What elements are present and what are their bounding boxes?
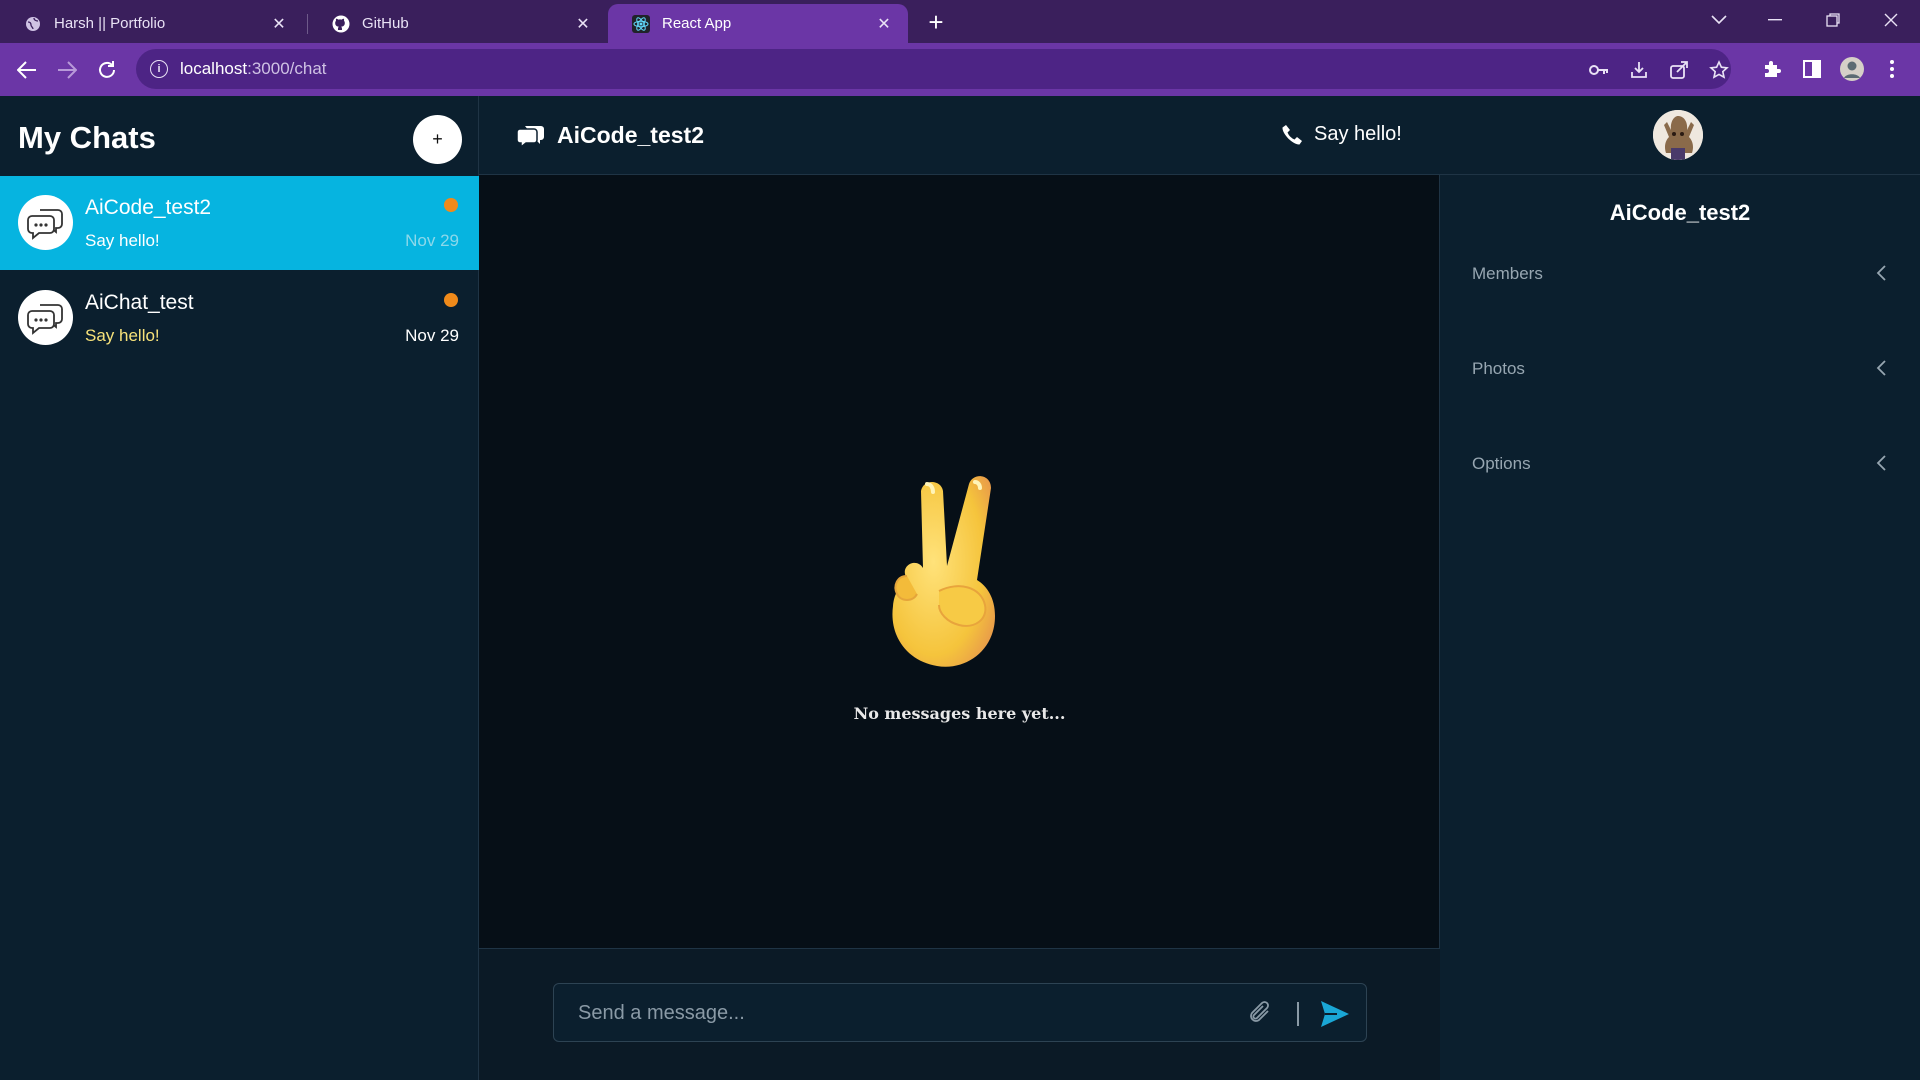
new-chat-button[interactable]: + xyxy=(413,115,462,164)
back-button[interactable] xyxy=(12,55,42,85)
chat-list-header: My Chats + xyxy=(0,96,478,176)
browser-tab-github[interactable]: GitHub ✕ xyxy=(308,4,607,43)
message-composer-area xyxy=(479,948,1440,1080)
section-label: Options xyxy=(1472,454,1531,473)
tab-search-chevron-icon[interactable] xyxy=(1696,0,1742,40)
chat-date: Nov 29 xyxy=(405,326,459,345)
globe-icon xyxy=(24,15,42,33)
photos-section-toggle[interactable]: Photos xyxy=(1472,355,1892,385)
unread-dot xyxy=(444,198,458,212)
tab-title: GitHub xyxy=(362,15,409,32)
chat-name: AiCode_test2 xyxy=(85,196,212,219)
site-info-icon[interactable]: i xyxy=(150,60,168,78)
browser-menu-icon[interactable] xyxy=(1878,55,1906,83)
send-icon[interactable] xyxy=(1320,1000,1350,1028)
chat-icon xyxy=(517,126,544,148)
share-icon[interactable] xyxy=(1668,59,1690,81)
bookmark-star-icon[interactable] xyxy=(1708,59,1730,81)
browser-tab-react-app[interactable]: React App ✕ xyxy=(608,4,908,43)
chat-list-title: My Chats xyxy=(18,120,156,155)
chevron-left-icon xyxy=(1876,360,1886,376)
chat-preview: Say hello! xyxy=(85,231,160,250)
paperclip-icon[interactable] xyxy=(1248,999,1274,1027)
phone-icon[interactable] xyxy=(1281,124,1303,146)
browser-tab-strip: Harsh || Portfolio ✕ GitHub ✕ React App … xyxy=(0,0,1920,43)
browser-toolbar: i localhost:3000/chat xyxy=(0,43,1920,139)
message-input[interactable] xyxy=(578,996,1218,1030)
close-icon[interactable]: ✕ xyxy=(573,14,593,34)
composer-divider xyxy=(1297,1002,1299,1026)
react-icon xyxy=(632,14,650,33)
profile-avatar[interactable] xyxy=(1838,55,1866,83)
unread-dot xyxy=(444,293,458,307)
chevron-left-icon xyxy=(1876,455,1886,471)
side-panel-icon[interactable] xyxy=(1798,55,1826,83)
chat-feed: AiCode_test2 Say hello! No messages here… xyxy=(479,96,1440,1080)
close-icon[interactable]: ✕ xyxy=(269,14,289,34)
user-avatar[interactable] xyxy=(1653,110,1703,160)
section-label: Members xyxy=(1472,264,1543,283)
restore-button[interactable] xyxy=(1810,0,1856,40)
chat-title: AiCode_test2 xyxy=(557,122,704,148)
url-text: localhost:3000/chat xyxy=(180,59,327,79)
browser-tab-portfolio[interactable]: Harsh || Portfolio ✕ xyxy=(0,4,303,43)
close-icon[interactable]: ✕ xyxy=(874,14,894,34)
chat-preview: Say hello! xyxy=(85,326,160,345)
key-icon[interactable] xyxy=(1588,59,1610,81)
message-composer xyxy=(553,983,1367,1042)
options-section-toggle[interactable]: Options xyxy=(1472,450,1892,480)
chat-subtitle: Say hello! xyxy=(1314,123,1402,145)
members-section-toggle[interactable]: Members xyxy=(1472,260,1892,290)
chat-date: Nov 29 xyxy=(405,231,459,250)
chat-feed-header: AiCode_test2 Say hello! xyxy=(479,96,1440,175)
chat-settings-panel: AiCode_test2 Members Photos Options xyxy=(1440,96,1920,1080)
chat-name: AiChat_test xyxy=(85,291,194,314)
address-bar[interactable]: i localhost:3000/chat xyxy=(136,49,1731,89)
minimize-button[interactable] xyxy=(1752,0,1798,40)
chat-app: My Chats + AiCode_test2 Say hello! Nov 2… xyxy=(0,96,1920,1080)
chat-card-aichat-test[interactable]: AiChat_test Say hello! Nov 29 xyxy=(0,271,479,365)
chat-bubbles-icon xyxy=(18,195,73,250)
reload-button[interactable] xyxy=(92,55,122,85)
peace-hand-emoji-icon xyxy=(892,476,995,667)
github-icon xyxy=(332,15,350,33)
chat-card-aicode-test2[interactable]: AiCode_test2 Say hello! Nov 29 xyxy=(0,176,479,270)
settings-title: AiCode_test2 xyxy=(1609,200,1751,225)
close-window-button[interactable] xyxy=(1868,0,1914,40)
chat-bubbles-icon xyxy=(18,290,73,345)
url-path: :3000/chat xyxy=(247,59,327,78)
extensions-icon[interactable] xyxy=(1758,55,1786,83)
chevron-left-icon xyxy=(1876,265,1886,281)
forward-button[interactable] xyxy=(52,55,82,85)
chat-list-sidebar: My Chats + AiCode_test2 Say hello! Nov 2… xyxy=(0,96,479,1080)
tab-title: Harsh || Portfolio xyxy=(54,15,166,32)
empty-feed-text: No messages here yet... xyxy=(853,704,1066,723)
settings-header xyxy=(1440,96,1920,175)
section-label: Photos xyxy=(1472,359,1525,378)
install-app-icon[interactable] xyxy=(1628,59,1650,81)
url-host: localhost xyxy=(180,59,248,78)
new-tab-button[interactable]: + xyxy=(922,7,950,37)
tab-title: React App xyxy=(662,15,732,32)
